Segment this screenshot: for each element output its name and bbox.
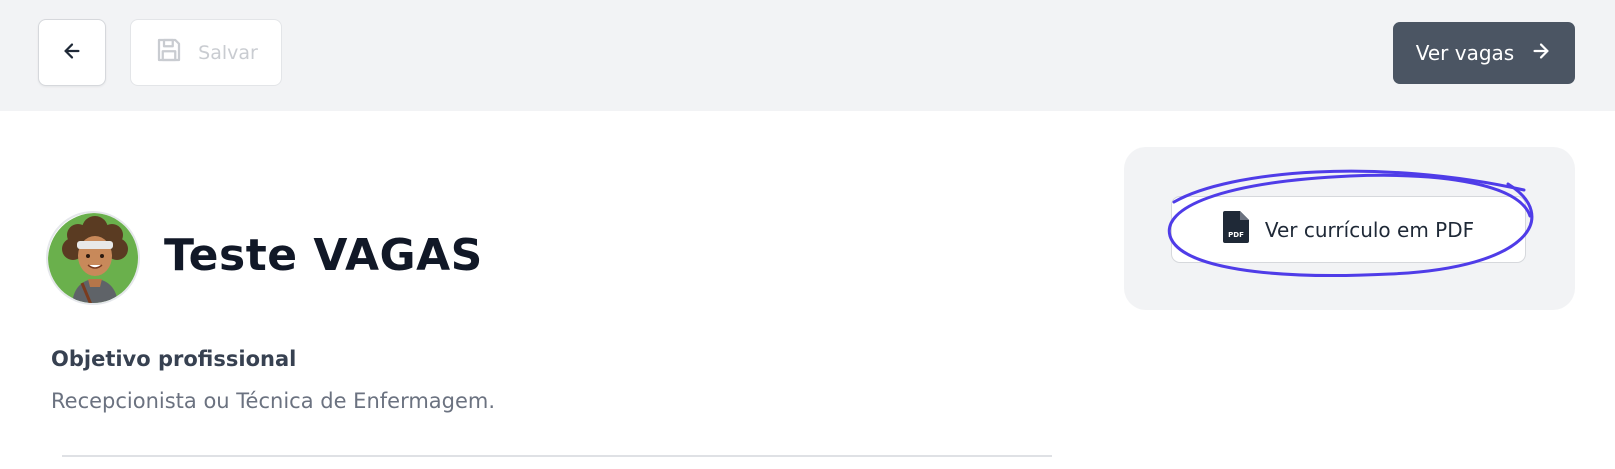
save-button-label: Salvar (198, 41, 258, 64)
back-button[interactable] (38, 19, 106, 86)
arrow-right-icon (1530, 40, 1552, 67)
floppy-disk-icon (154, 35, 184, 70)
view-jobs-button[interactable]: Ver vagas (1393, 22, 1575, 84)
avatar (46, 211, 140, 305)
view-jobs-label: Ver vagas (1415, 41, 1515, 65)
candidate-name: Teste VAGAS (164, 230, 483, 281)
objective-label: Objetivo profissional (51, 347, 297, 371)
pdf-file-icon: PDF (1222, 211, 1249, 248)
divider (62, 455, 1052, 457)
objective-value: Recepcionista ou Técnica de Enfermagem. (51, 389, 496, 413)
svg-text:PDF: PDF (1228, 231, 1244, 239)
view-pdf-resume-label: Ver currículo em PDF (1264, 217, 1475, 242)
arrow-left-icon (61, 40, 83, 66)
save-button[interactable]: Salvar (130, 19, 282, 86)
avatar-illustration (48, 213, 138, 303)
view-pdf-resume-button[interactable]: PDF Ver currículo em PDF (1171, 196, 1526, 263)
